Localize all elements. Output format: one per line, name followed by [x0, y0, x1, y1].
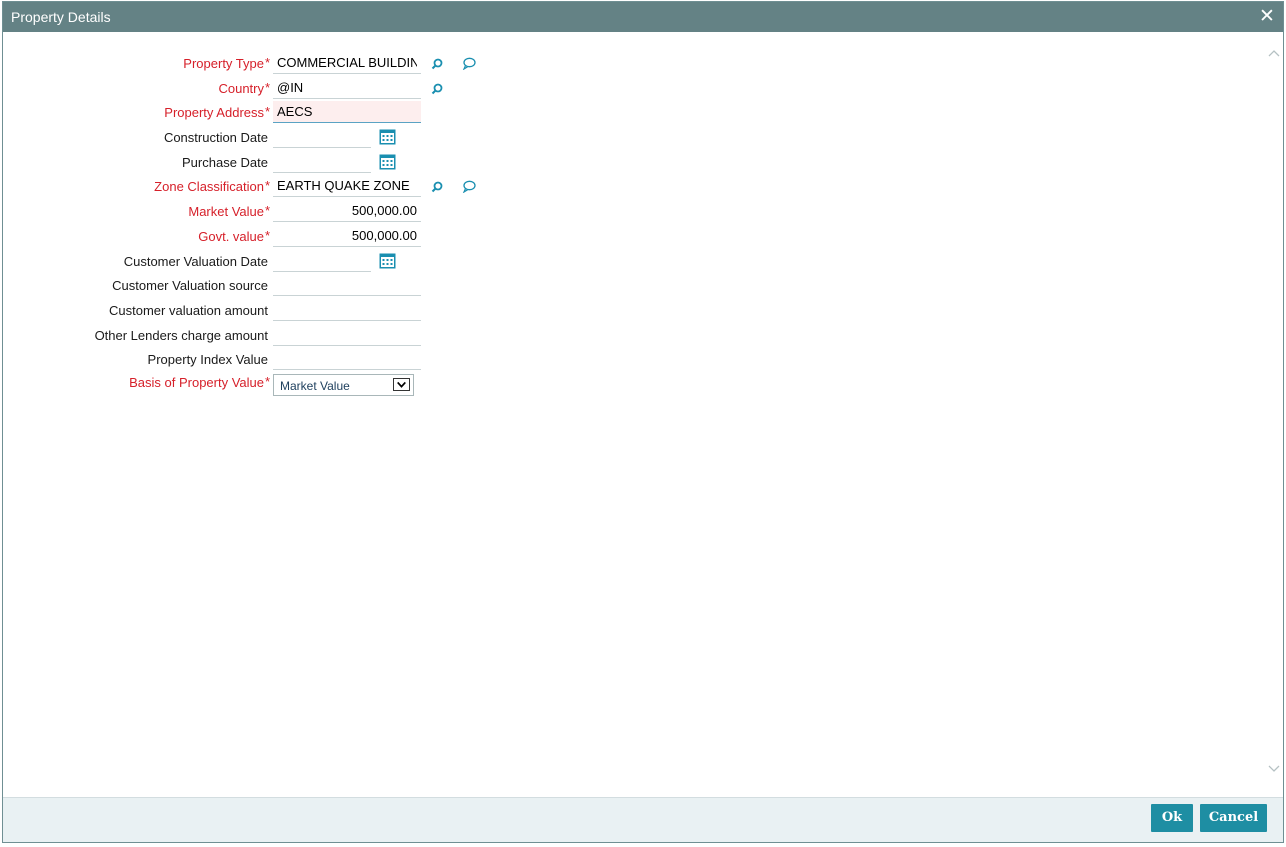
govt-value-input[interactable]: [273, 225, 421, 247]
ok-button[interactable]: Ok: [1151, 804, 1193, 832]
basis-of-property-value-select[interactable]: Market Value: [273, 374, 414, 396]
calendar-icon[interactable]: [379, 253, 396, 269]
row-property-address: Property Address *: [3, 101, 523, 125]
market-value-input[interactable]: [273, 200, 421, 222]
property-index-value-input[interactable]: [273, 348, 421, 370]
purchase-date-label: Purchase Date: [182, 155, 268, 170]
required-marker: *: [265, 55, 271, 70]
purchase-date-input[interactable]: [273, 151, 371, 173]
zone-classification-input[interactable]: [273, 175, 421, 197]
property-type-input[interactable]: [273, 52, 421, 74]
speech-bubble-icon[interactable]: [462, 57, 476, 70]
zone-classification-label: Zone Classification: [154, 179, 264, 194]
row-basis-of-property-value: Basis of Property Value * Market Value: [3, 374, 523, 398]
search-icon[interactable]: [431, 181, 443, 193]
row-customer-valuation-amount: Customer valuation amount: [3, 299, 523, 323]
market-value-label: Market Value: [188, 204, 264, 219]
required-marker: *: [265, 203, 271, 218]
row-zone-classification: Zone Classification *: [3, 175, 523, 199]
country-label: Country: [218, 81, 264, 96]
calendar-icon[interactable]: [379, 129, 396, 145]
row-market-value: Market Value *: [3, 200, 523, 224]
form-area: Property Type * Country * Property Addre…: [3, 32, 1283, 798]
scroll-down-icon[interactable]: [1268, 764, 1280, 774]
calendar-icon[interactable]: [379, 154, 396, 170]
row-customer-valuation-source: Customer Valuation source: [3, 274, 523, 298]
required-marker: *: [265, 228, 271, 243]
row-govt-value: Govt. value *: [3, 225, 523, 249]
required-marker: *: [265, 104, 271, 119]
search-icon[interactable]: [431, 83, 443, 95]
search-icon[interactable]: [431, 58, 443, 70]
other-lenders-charge-amount-input[interactable]: [273, 324, 421, 346]
property-type-label: Property Type: [183, 56, 264, 71]
property-index-value-label: Property Index Value: [147, 352, 268, 367]
close-icon[interactable]: ✕: [1257, 6, 1277, 28]
dialog-footer: Ok Cancel: [3, 797, 1283, 842]
customer-valuation-amount-input[interactable]: [273, 299, 421, 321]
chevron-down-icon[interactable]: [393, 378, 410, 391]
required-marker: *: [265, 178, 271, 193]
required-marker: *: [265, 80, 271, 95]
row-property-type: Property Type *: [3, 52, 523, 76]
row-customer-valuation-date: Customer Valuation Date: [3, 250, 523, 274]
basis-of-property-value-label: Basis of Property Value: [129, 375, 264, 390]
speech-bubble-icon[interactable]: [462, 180, 476, 193]
row-purchase-date: Purchase Date: [3, 151, 523, 175]
construction-date-label: Construction Date: [163, 130, 268, 145]
construction-date-input[interactable]: [273, 126, 371, 148]
row-construction-date: Construction Date: [3, 126, 523, 150]
dialog-title: Property Details: [11, 9, 111, 25]
basis-of-property-value-selected: Market Value: [280, 379, 350, 393]
customer-valuation-amount-label: Customer valuation amount: [109, 303, 268, 318]
customer-valuation-date-label: Customer Valuation Date: [123, 254, 268, 269]
customer-valuation-source-label: Customer Valuation source: [112, 278, 268, 293]
required-marker: *: [265, 374, 271, 389]
customer-valuation-date-input[interactable]: [273, 250, 371, 272]
property-address-label: Property Address: [164, 105, 264, 120]
customer-valuation-source-input[interactable]: [273, 274, 421, 296]
row-country: Country *: [3, 77, 523, 101]
scroll-up-icon[interactable]: [1268, 48, 1280, 58]
row-property-index-value: Property Index Value: [3, 348, 523, 372]
titlebar: Property Details ✕: [3, 2, 1283, 32]
other-lenders-charge-amount-label: Other Lenders charge amount: [94, 328, 268, 343]
property-details-dialog: Property Details ✕ Property Type * Count…: [2, 1, 1284, 843]
row-other-lenders-charge-amount: Other Lenders charge amount: [3, 324, 523, 348]
country-input[interactable]: [273, 77, 421, 99]
govt-value-label: Govt. value: [198, 229, 264, 244]
property-address-input[interactable]: [273, 101, 421, 123]
cancel-button[interactable]: Cancel: [1200, 804, 1267, 832]
